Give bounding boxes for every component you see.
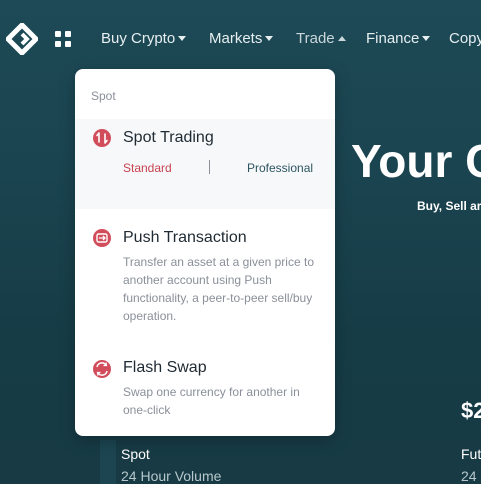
flash-swap-title: Flash Swap — [123, 359, 207, 376]
nav-finance-label: Finance — [366, 30, 420, 47]
trade-dropdown-menu: Spot Spot Trading Standard Professional … — [75, 69, 335, 436]
flash-swap-description: Swap one currency for another in one-cli… — [123, 385, 300, 417]
nav-copy[interactable]: Copy — [449, 30, 481, 47]
stat-futures-label: 24 — [461, 468, 477, 484]
flash-swap-icon — [93, 360, 111, 378]
chevron-down-icon — [265, 36, 274, 41]
chevron-down-icon — [178, 36, 187, 41]
chevron-up-icon — [337, 36, 346, 41]
decorative-bar — [100, 440, 116, 484]
stat-futures-title: Fut — [461, 446, 481, 462]
stat-value: $2 — [461, 398, 481, 423]
top-navigation: Buy Crypto Markets Trade Finance Copy — [0, 0, 481, 78]
menu-item-flash-swap[interactable]: Flash Swap Swap one currency for another… — [75, 351, 335, 421]
push-transaction-title: Push Transaction — [123, 229, 247, 246]
nav-buy-crypto-label: Buy Crypto — [101, 30, 176, 47]
brand-logo-icon[interactable] — [6, 23, 38, 55]
push-transaction-description: Transfer an asset at a given price to an… — [123, 255, 314, 323]
menu-item-push-transaction[interactable]: Push Transaction Transfer an asset at a … — [75, 219, 335, 329]
stat-spot-title: Spot — [121, 446, 150, 462]
hero-title: Your C — [351, 135, 481, 187]
spot-trading-icon — [93, 129, 111, 147]
nav-markets-label: Markets — [209, 30, 263, 47]
nav-finance[interactable]: Finance — [366, 30, 431, 47]
menu-item-spot-trading[interactable]: Spot Trading Standard Professional — [75, 119, 335, 209]
nav-trade-label: Trade — [296, 30, 335, 47]
apps-grid-icon[interactable] — [55, 31, 71, 47]
nav-buy-crypto[interactable]: Buy Crypto — [101, 30, 187, 47]
dropdown-section-label: Spot — [91, 89, 116, 103]
spot-trading-title: Spot Trading — [123, 129, 214, 146]
nav-copy-label: Copy — [449, 30, 481, 47]
tab-divider — [209, 160, 210, 174]
professional-tab[interactable]: Professional — [247, 161, 313, 175]
nav-trade[interactable]: Trade — [296, 30, 346, 47]
push-transaction-icon — [93, 229, 111, 247]
nav-markets[interactable]: Markets — [209, 30, 274, 47]
hero-subtitle: Buy, Sell ar — [417, 199, 481, 213]
standard-tab[interactable]: Standard — [123, 161, 172, 175]
chevron-down-icon — [422, 36, 431, 41]
stat-spot-label: 24 Hour Volume — [121, 468, 222, 484]
